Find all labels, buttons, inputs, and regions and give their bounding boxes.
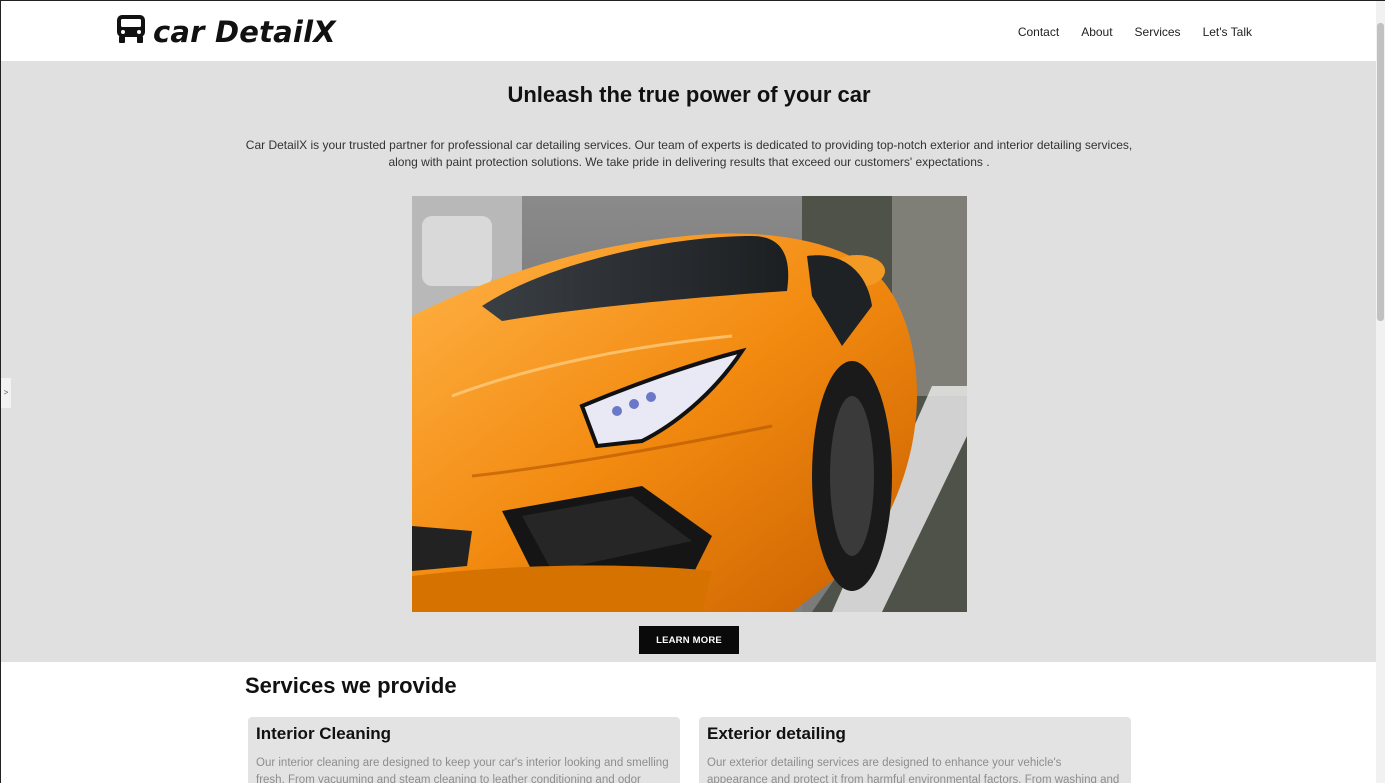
nav-services[interactable]: Services [1135,25,1181,39]
logo-text: car DetailX [153,14,336,49]
services-title: Services we provide [245,673,457,698]
hero-title: Unleash the true power of your car [507,82,871,107]
hero-section: Unleash the true power of your car Car D… [1,61,1377,662]
page-scrollbar[interactable] [1376,1,1385,783]
main-nav: Contact About Services Let's Talk [1018,25,1252,39]
site-header: car DetailX Contact About Services Let's… [1,1,1377,61]
nav-lets-talk[interactable]: Let's Talk [1203,25,1252,39]
hero-description: Car DetailX is your trusted partner for … [245,138,1133,169]
van-icon [115,13,147,50]
nav-contact[interactable]: Contact [1018,25,1059,39]
logo[interactable]: car DetailX [115,13,336,50]
browser-viewport: car DetailX Contact About Services Let's… [0,0,1385,783]
scrollbar-thumb[interactable] [1377,23,1384,321]
service-card-text: Our interior cleaning are designed to ke… [256,757,669,783]
service-card-title: Exterior detailing [707,724,846,743]
service-card-exterior[interactable]: Exterior detailing Our exterior detailin… [699,717,1131,783]
side-panel-toggle[interactable]: > [1,378,11,408]
hero-car-image [412,196,967,612]
nav-about[interactable]: About [1081,25,1112,39]
service-card-interior[interactable]: Interior Cleaning Our interior cleaning … [248,717,680,783]
learn-more-button[interactable]: LEARN MORE [639,626,739,654]
service-card-title: Interior Cleaning [256,724,392,743]
service-card-text: Our exterior detailing services are desi… [707,757,1120,783]
